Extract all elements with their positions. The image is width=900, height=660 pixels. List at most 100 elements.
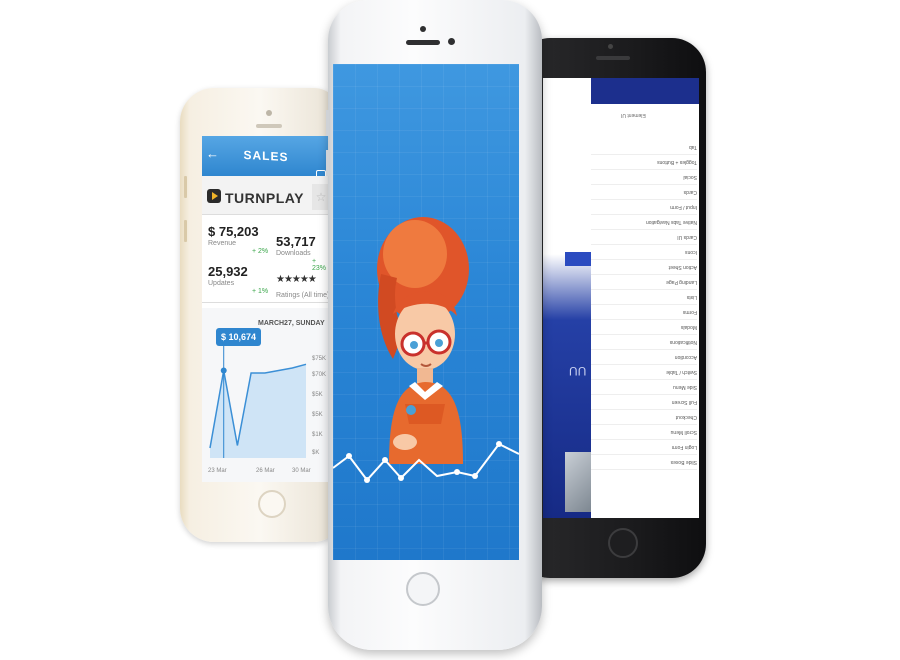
side-menu-divider xyxy=(591,349,697,350)
username-field[interactable] xyxy=(565,198,591,212)
chart-point xyxy=(472,473,478,479)
side-menu-item-label: Lists xyxy=(686,294,697,300)
side-menu-divider xyxy=(591,169,697,170)
side-menu-divider xyxy=(591,154,697,155)
side-menu-divider xyxy=(591,379,697,380)
side-menu-item[interactable]: Side Menu xyxy=(591,384,697,395)
white-phone-speaker xyxy=(406,40,440,45)
white-phone-home-button[interactable] xyxy=(406,572,440,606)
partial-heading: UU xyxy=(569,364,587,378)
mascot-pen xyxy=(406,405,416,415)
sales-title: SALES xyxy=(243,147,289,165)
side-menu-item-label: Forms xyxy=(682,309,697,315)
side-menu-item-label: Slide Boxes xyxy=(670,459,697,465)
side-menu-item[interactable]: Login Form xyxy=(591,444,697,455)
side-menu-divider xyxy=(591,289,697,290)
side-menu-item[interactable]: Landing Page xyxy=(591,279,697,290)
side-menu-item-label: Cards xyxy=(683,189,697,195)
side-menu-item[interactable]: Toggles + Buttons xyxy=(591,159,697,170)
white-phone-side-button[interactable] xyxy=(326,110,329,136)
side-menu-item[interactable]: Input / Form xyxy=(591,204,697,215)
side-menu-divider xyxy=(591,424,697,425)
side-menu-divider xyxy=(591,274,697,275)
password-field[interactable] xyxy=(565,224,591,238)
car-thumbnail xyxy=(565,452,591,512)
white-phone-side-button[interactable] xyxy=(326,150,329,176)
side-menu-item[interactable]: Scroll Menu xyxy=(591,429,697,440)
x-tick-label: 23 Mar xyxy=(208,468,227,474)
side-menu-divider xyxy=(591,184,697,185)
side-menu-item[interactable]: Switch / Table xyxy=(591,369,697,380)
y-tick-label: $5K xyxy=(312,392,323,398)
revenue-label: Revenue xyxy=(208,240,237,247)
divider xyxy=(202,302,330,303)
gold-phone-camera xyxy=(266,110,272,116)
side-menu-divider xyxy=(591,319,697,320)
gold-phone-home-button[interactable] xyxy=(258,490,286,518)
chart-point xyxy=(346,453,352,459)
side-menu-item[interactable]: Action Sheet xyxy=(591,264,697,275)
side-menu-item-label: Cards UI xyxy=(677,234,697,240)
white-phone-camera xyxy=(420,26,426,32)
side-menu-item-label: Toggles + Buttons xyxy=(657,159,697,165)
chart-point xyxy=(454,469,460,475)
side-menu-divider xyxy=(591,259,697,260)
side-menu-item-label: Action Sheet xyxy=(668,264,697,270)
chart-point xyxy=(382,457,388,463)
login-button[interactable] xyxy=(565,252,591,266)
x-tick-label: 26 Mar xyxy=(256,468,275,474)
side-menu-item-label: Switch / Table xyxy=(666,369,697,375)
side-menu-item[interactable]: Native Tabs Navigation xyxy=(591,219,697,230)
revenue-change: + 2% xyxy=(252,248,269,255)
gold-phone-speaker xyxy=(256,124,282,128)
side-menu-divider xyxy=(591,199,697,200)
white-phone-screen xyxy=(333,64,519,560)
side-menu-item-label: Checkout xyxy=(675,414,697,420)
side-menu-item[interactable]: Accordion xyxy=(591,354,697,365)
chart-point xyxy=(398,475,404,481)
side-menu-item[interactable]: Forms xyxy=(591,309,697,320)
updates-change: + 1% xyxy=(252,288,269,295)
side-menu-divider xyxy=(591,469,697,470)
chart-point xyxy=(496,441,502,447)
side-menu-item[interactable]: Cards xyxy=(591,189,697,200)
side-menu-item[interactable]: Checkout xyxy=(591,414,697,425)
side-menu-item-label: Modals xyxy=(680,324,697,330)
ratings-stars: ★★★★★ xyxy=(276,274,317,285)
side-menu-item[interactable]: Icons xyxy=(591,249,697,260)
side-menu-divider xyxy=(591,304,697,305)
side-menu-item-label: Full Screen xyxy=(671,399,697,405)
side-menu-item[interactable]: Tab xyxy=(591,144,697,155)
side-menu-item-label: Tab xyxy=(688,144,697,150)
app-logo-icon xyxy=(207,189,221,203)
chart-point xyxy=(364,477,370,483)
side-menu-item[interactable]: Notifications xyxy=(591,339,697,350)
side-menu-item-label: Icons xyxy=(685,249,697,255)
side-menu-item-label: Login Form xyxy=(671,444,697,450)
side-menu-header: Element UI xyxy=(621,112,646,118)
mascot-neck xyxy=(417,368,433,384)
side-menu-item[interactable]: Social xyxy=(591,174,697,185)
black-phone-home-button[interactable] xyxy=(608,528,638,558)
side-menu-item-label: Input / Form xyxy=(670,204,697,210)
gold-phone-side-button[interactable] xyxy=(184,220,187,242)
side-menu: Element UI Tab Toggles + Buttons Social Car… xyxy=(591,104,699,518)
side-menu-item[interactable]: Lists xyxy=(591,294,697,305)
side-menu-item[interactable]: Full Screen xyxy=(591,399,697,410)
gold-phone-screen: ← SALES TURNPLAY ☆ $ 75,203 Revenue + 2%… xyxy=(202,136,330,482)
side-menu-item[interactable]: Cards UI xyxy=(591,234,697,245)
gold-phone-side-button[interactable] xyxy=(184,176,187,198)
side-menu-divider xyxy=(591,364,697,365)
chart-highlight-point[interactable] xyxy=(220,367,227,374)
side-menu-item[interactable]: Modals xyxy=(591,324,697,335)
side-menu-item[interactable]: Slide Boxes xyxy=(591,459,697,470)
app-name: TURNPLAY xyxy=(225,190,304,206)
side-menu-item-label: Accordion xyxy=(674,354,697,360)
updates-value: 25,932 xyxy=(208,264,248,279)
side-menu-divider xyxy=(591,334,697,335)
side-menu-item-label: Native Tabs Navigation xyxy=(645,219,697,225)
mascot-eye-left xyxy=(410,341,418,349)
side-menu-divider xyxy=(591,439,697,440)
mascot-eye-right xyxy=(435,339,443,347)
app-row[interactable]: TURNPLAY ☆ xyxy=(202,176,330,215)
